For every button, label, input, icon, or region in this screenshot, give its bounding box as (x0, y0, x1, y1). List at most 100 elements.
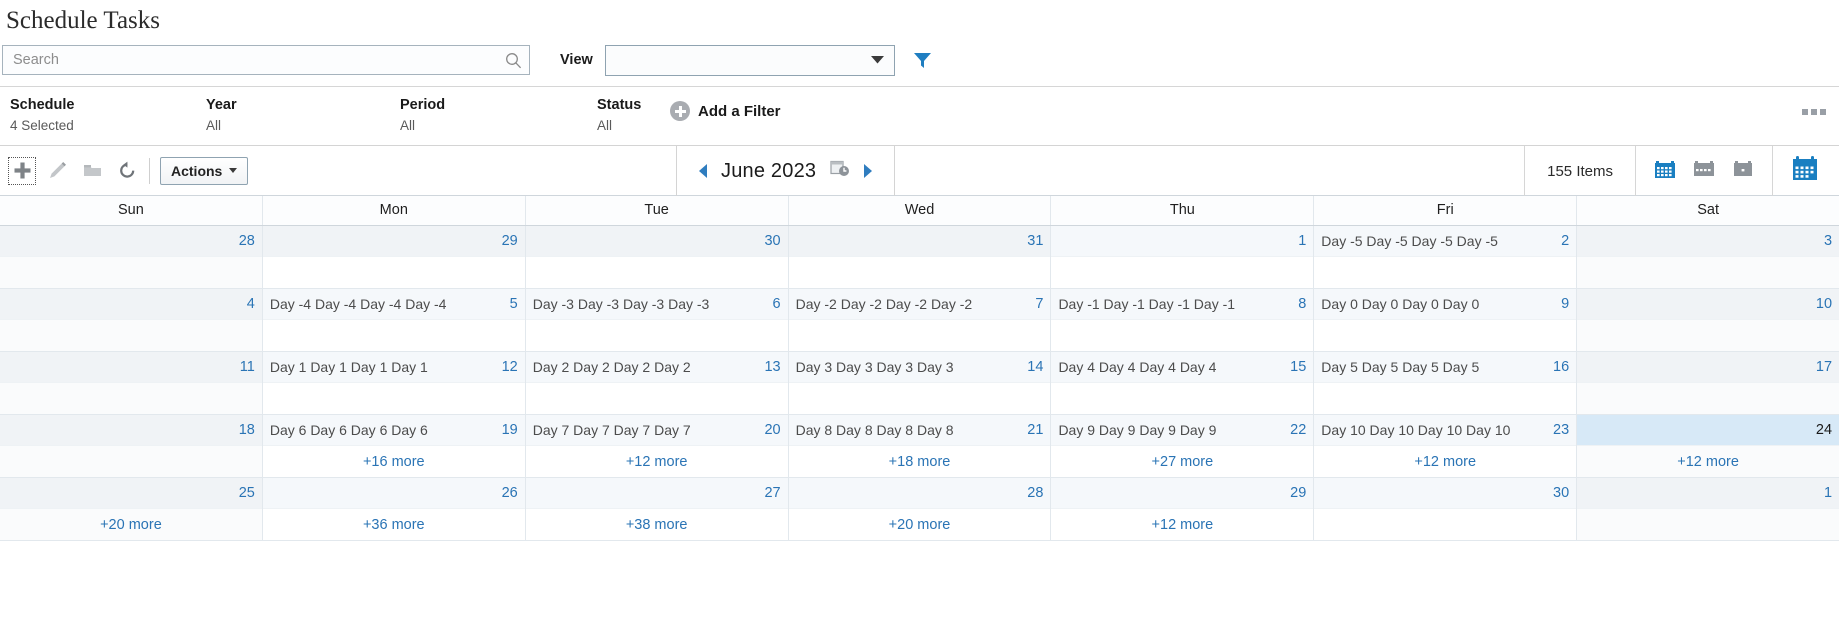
calendar-day-cell[interactable]: 4 (0, 289, 263, 352)
day-number[interactable]: 3 (1824, 233, 1832, 249)
day-number[interactable]: 28 (239, 233, 255, 249)
calendar-day-cell[interactable]: 25 +20 more (0, 478, 263, 541)
day-number[interactable]: 28 (1027, 485, 1043, 501)
calendar-day-cell[interactable]: 18 (0, 415, 263, 478)
day-number[interactable]: 30 (1553, 485, 1569, 501)
next-period-button[interactable] (864, 164, 873, 178)
calendar-day-cell[interactable]: Day -2 Day -2 Day -2 Day -2 7 (788, 289, 1052, 352)
day-event-text[interactable]: Day 1 Day 1 Day 1 Day 1 (270, 359, 502, 375)
more-events-link[interactable]: +18 more (889, 454, 951, 470)
day-event-text[interactable]: Day 8 Day 8 Day 8 Day 8 (796, 422, 1028, 438)
day-number[interactable]: 5 (510, 296, 518, 312)
day-number[interactable]: 8 (1298, 296, 1306, 312)
day-number[interactable]: 18 (239, 422, 255, 438)
calendar-day-cell[interactable]: 11 (0, 352, 263, 415)
day-event-text[interactable]: Day 2 Day 2 Day 2 Day 2 (533, 359, 765, 375)
search-input[interactable] (3, 46, 529, 74)
day-number[interactable]: 20 (764, 422, 780, 438)
actions-button[interactable]: Actions (160, 156, 249, 185)
calendar-clock-icon[interactable] (830, 159, 850, 183)
calendar-day-cell[interactable]: Day -4 Day -4 Day -4 Day -4 5 (262, 289, 526, 352)
search-box[interactable] (2, 45, 530, 75)
day-number[interactable]: 29 (1290, 485, 1306, 501)
calendar-day-cell[interactable]: 1 (1577, 478, 1839, 541)
filter-chip-period[interactable]: Period All (400, 96, 445, 137)
calendar-day-cell[interactable]: Day -1 Day -1 Day -1 Day -1 8 (1051, 289, 1315, 352)
filter-chip-year[interactable]: Year All (206, 96, 237, 137)
calendar-day-cell[interactable]: 29 +12 more (1051, 478, 1315, 541)
calendar-day-cell[interactable]: 10 (1577, 289, 1839, 352)
calendar-day-cell[interactable]: Day 2 Day 2 Day 2 Day 2 13 (525, 352, 789, 415)
more-events-link[interactable]: +20 more (100, 517, 162, 533)
more-events-link[interactable]: +20 more (889, 517, 951, 533)
more-events-link[interactable]: +12 more (626, 454, 688, 470)
day-event-text[interactable]: Day 3 Day 3 Day 3 Day 3 (796, 359, 1028, 375)
day-number[interactable]: 16 (1553, 359, 1569, 375)
day-number[interactable]: 12 (502, 359, 518, 375)
day-event-text[interactable]: Day 4 Day 4 Day 4 Day 4 (1058, 359, 1290, 375)
day-event-text[interactable]: Day 5 Day 5 Day 5 Day 5 (1321, 359, 1553, 375)
day-number[interactable]: 13 (764, 359, 780, 375)
day-number[interactable]: 7 (1035, 296, 1043, 312)
calendar-day-cell[interactable]: 17 (1577, 352, 1839, 415)
day-number[interactable]: 27 (764, 485, 780, 501)
funnel-icon[interactable] (913, 51, 932, 70)
calendar-day-cell[interactable]: 28 (0, 226, 263, 289)
day-event-text[interactable]: Day 0 Day 0 Day 0 Day 0 (1321, 296, 1561, 312)
day-number[interactable]: 17 (1816, 359, 1832, 375)
day-event-text[interactable]: Day 9 Day 9 Day 9 Day 9 (1058, 422, 1290, 438)
calendar-day-cell[interactable]: 28 +20 more (788, 478, 1052, 541)
view-dropdown[interactable] (604, 44, 895, 76)
day-event-text[interactable]: Day 10 Day 10 Day 10 Day 10 (1321, 422, 1553, 438)
chevron-down-icon[interactable] (870, 51, 884, 69)
month-view-icon[interactable] (1654, 158, 1676, 185)
day-number[interactable]: 31 (1027, 233, 1043, 249)
more-events-link[interactable]: +38 more (626, 517, 688, 533)
calendar-day-cell[interactable]: 24 +12 more (1577, 415, 1839, 478)
day-number[interactable]: 10 (1816, 296, 1832, 312)
day-number[interactable]: 6 (773, 296, 781, 312)
calendar-day-cell[interactable]: Day 4 Day 4 Day 4 Day 4 15 (1051, 352, 1315, 415)
more-events-link[interactable]: +27 more (1152, 454, 1214, 470)
calendar-day-cell[interactable]: 27 +38 more (525, 478, 789, 541)
calendar-day-cell[interactable]: 29 (262, 226, 526, 289)
day-number[interactable]: 26 (502, 485, 518, 501)
day-event-text[interactable]: Day -5 Day -5 Day -5 Day -5 (1321, 233, 1561, 249)
day-event-text[interactable]: Day -1 Day -1 Day -1 Day -1 (1058, 296, 1298, 312)
filter-chip-schedule[interactable]: Schedule 4 Selected (10, 96, 74, 137)
day-number[interactable]: 22 (1290, 422, 1306, 438)
calendar-day-cell[interactable]: Day 7 Day 7 Day 7 Day 7 20 +12 more (525, 415, 789, 478)
day-event-text[interactable]: Day -4 Day -4 Day -4 Day -4 (270, 296, 510, 312)
day-number[interactable]: 23 (1553, 422, 1569, 438)
more-events-link[interactable]: +16 more (363, 454, 425, 470)
day-number[interactable]: 19 (502, 422, 518, 438)
day-number[interactable]: 21 (1027, 422, 1043, 438)
add-icon[interactable] (8, 156, 36, 185)
day-event-text[interactable]: Day 7 Day 7 Day 7 Day 7 (533, 422, 765, 438)
more-events-link[interactable]: +12 more (1152, 517, 1214, 533)
kebab-menu-icon[interactable] (1802, 109, 1826, 115)
calendar-day-cell[interactable]: 31 (788, 226, 1052, 289)
day-number[interactable]: 30 (764, 233, 780, 249)
more-events-link[interactable]: +36 more (363, 517, 425, 533)
day-number[interactable]: 1 (1298, 233, 1306, 249)
calendar-day-cell[interactable]: 1 (1051, 226, 1315, 289)
calendar-day-cell[interactable]: Day 0 Day 0 Day 0 Day 09 (1314, 289, 1578, 352)
calendar-day-cell[interactable]: Day 6 Day 6 Day 6 Day 6 19 +16 more (262, 415, 526, 478)
calendar-day-cell[interactable]: Day -5 Day -5 Day -5 Day -5 2 (1314, 226, 1578, 289)
day-number[interactable]: 11 (240, 359, 255, 375)
search-icon[interactable] (504, 51, 522, 69)
more-events-link[interactable]: +12 more (1414, 454, 1476, 470)
day-number[interactable]: 1 (1824, 485, 1832, 501)
day-number[interactable]: 24 (1816, 422, 1832, 438)
add-filter-button[interactable]: Add a Filter (670, 101, 781, 121)
calendar-day-cell[interactable]: 3 (1577, 226, 1839, 289)
calendar-day-cell[interactable]: Day -3 Day -3 Day -3 Day -3 6 (525, 289, 789, 352)
calendar-day-cell[interactable]: Day 3 Day 3 Day 3 Day 3 14 (788, 352, 1052, 415)
calendar-day-cell[interactable]: 30 (525, 226, 789, 289)
day-view-icon[interactable] (1732, 158, 1754, 185)
day-number[interactable]: 15 (1290, 359, 1306, 375)
calendar-day-cell[interactable]: 30 (1314, 478, 1578, 541)
filter-chip-status[interactable]: Status All (597, 96, 641, 137)
day-number[interactable]: 9 (1561, 296, 1569, 312)
